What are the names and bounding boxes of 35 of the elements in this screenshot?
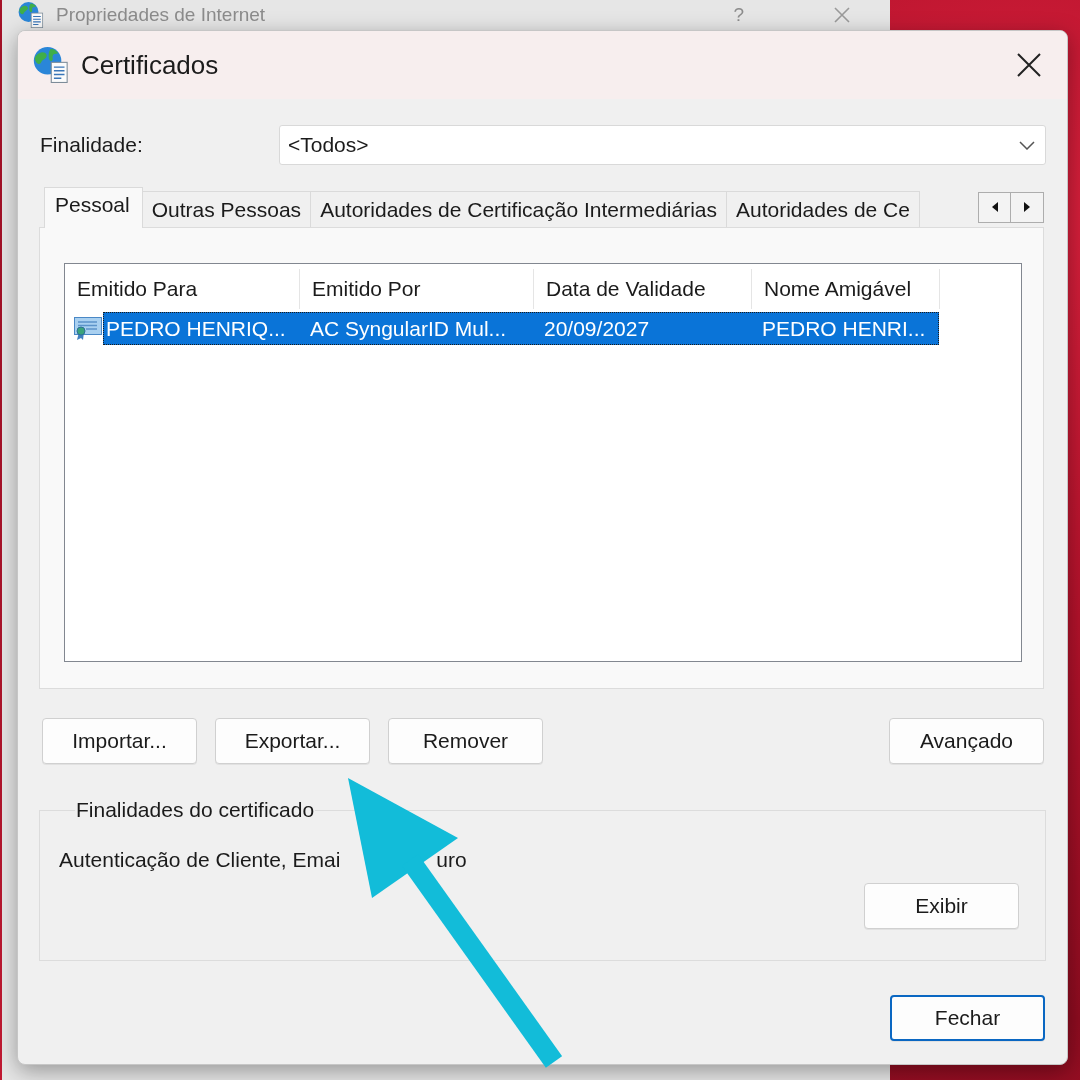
tab[interactable]: Autoridades de Certificação Intermediárias	[311, 191, 727, 227]
close-icon[interactable]	[1017, 53, 1041, 77]
table-cell-text: PEDRO HENRIQ...	[105, 315, 287, 342]
tab[interactable]: Outras Pessoas	[142, 191, 312, 227]
triangle-left-icon	[991, 202, 998, 212]
purpose-text: Autenticação de Cliente, Emai	[59, 847, 341, 874]
table-cell-text: 20/09/2027	[543, 315, 651, 342]
scroll-right-button[interactable]	[1011, 191, 1044, 223]
remove-button[interactable]: Remover	[388, 718, 543, 764]
column-header[interactable]: Data de Validade	[534, 269, 752, 309]
purpose-text: uro	[436, 847, 467, 874]
purpose-dropdown[interactable]: <Todos>	[279, 125, 1046, 165]
tab[interactable]: Pessoal	[44, 187, 143, 228]
window-title: Propriedades de Internet	[56, 2, 266, 27]
advanced-button[interactable]: Avançado	[889, 718, 1044, 764]
table-row[interactable]: PEDRO HENRIQ... AC SyngularID Mul... 20/09/2027 PEDRO HENRI...	[103, 312, 939, 345]
import-button[interactable]: Importar...	[42, 718, 197, 764]
scroll-left-button[interactable]	[978, 191, 1011, 223]
column-header[interactable]: Nome Amigável	[752, 269, 940, 309]
view-button[interactable]: Exibir	[864, 883, 1019, 929]
globe-document-icon	[33, 47, 69, 83]
group-title: Finalidades do certificado	[75, 798, 316, 822]
export-button[interactable]: Exportar...	[215, 718, 370, 764]
close-dialog-button[interactable]: Fechar	[890, 995, 1045, 1041]
table-cell-text: PEDRO HENRI...	[761, 315, 927, 342]
column-header[interactable]: Emitido Por	[300, 269, 534, 309]
tab[interactable]: Autoridades de Ce	[727, 191, 920, 227]
globe-document-icon	[18, 2, 44, 28]
certificate-icon	[74, 316, 102, 341]
dialog-title: Certificados	[81, 48, 219, 82]
triangle-right-icon	[1024, 202, 1030, 212]
chevron-down-icon	[1019, 140, 1035, 150]
table-cell-text: AC SyngularID Mul...	[309, 315, 508, 342]
column-header[interactable]: Emitido Para	[65, 269, 300, 309]
field-label: Finalidade:	[39, 132, 144, 159]
